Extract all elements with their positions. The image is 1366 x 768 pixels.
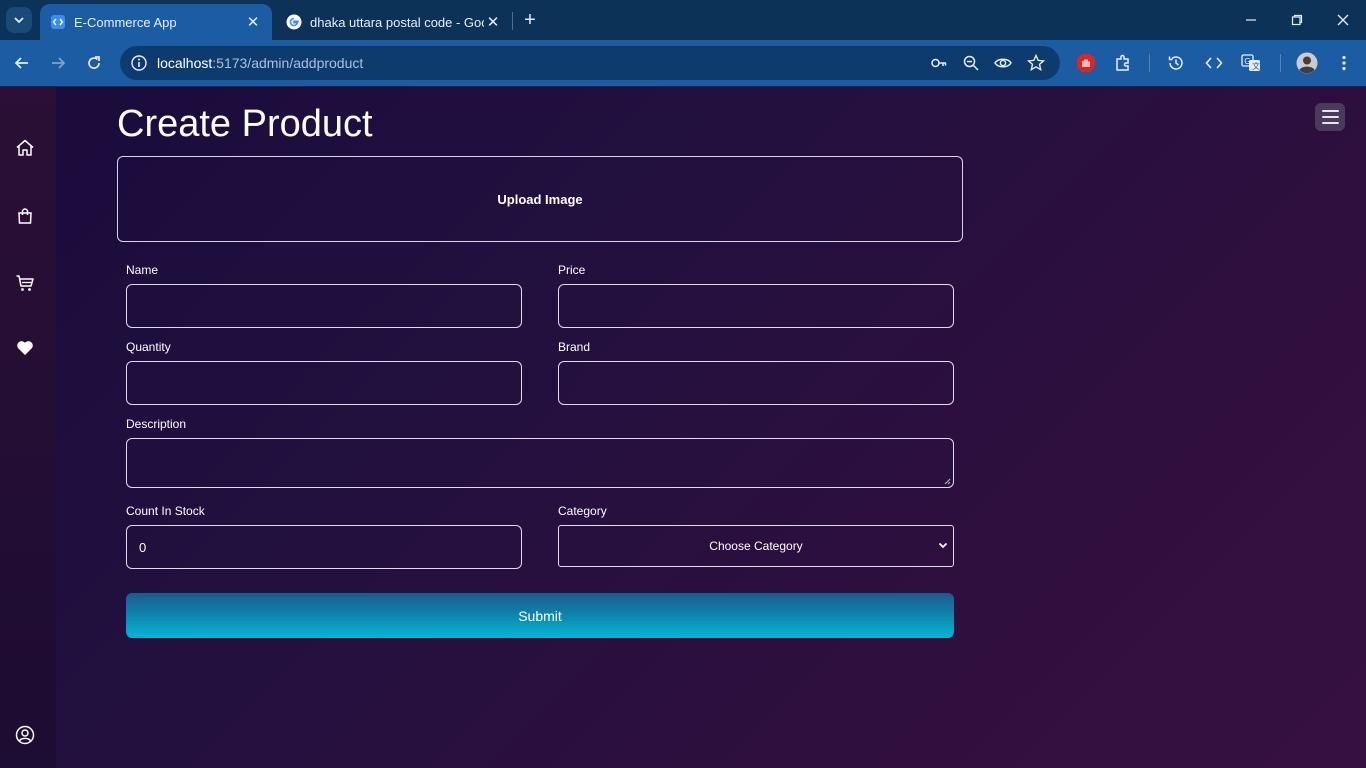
page-content: Create Product Upload Image Name Price Q… [0,87,1366,768]
hamburger-line [1321,110,1339,112]
translate-icon[interactable]: G文 [1240,52,1262,74]
star-icon[interactable] [1027,54,1045,72]
tab-search-button[interactable] [6,7,32,33]
code-icon [50,14,66,30]
key-icon[interactable] [930,54,948,72]
chevron-down-icon [938,542,948,549]
back-button[interactable] [10,51,34,75]
info-icon[interactable] [130,54,148,72]
quantity-input[interactable] [126,361,522,405]
description-textarea[interactable] [126,438,954,488]
home-icon[interactable] [14,137,36,159]
hamburger-line [1321,122,1339,124]
upload-image-area[interactable]: Upload Image [117,156,963,242]
address-bar[interactable]: localhost:5173/admin/addproduct [120,46,1060,80]
toolbar-separator [1280,54,1281,72]
name-input[interactable] [126,284,522,328]
zoom-out-icon[interactable] [962,54,980,72]
tab-google-search[interactable]: dhaka uttara postal code - Goo ✕ [276,4,512,40]
description-label: Description [126,417,187,431]
arrow-left-icon [14,57,28,69]
browser-toolbar: localhost:5173/admin/addproduct G文 [0,40,1366,86]
name-label: Name [126,263,159,277]
menu-toggle-button[interactable] [1315,103,1345,131]
tab-ecommerce-app[interactable]: E-Commerce App ✕ [40,4,272,40]
eye-icon[interactable] [994,54,1012,72]
close-icon [1337,14,1349,26]
forward-button[interactable] [46,51,70,75]
brand-input[interactable] [558,361,954,405]
tab-title: dhaka uttara postal code - Goo [310,14,484,30]
count-in-stock-label: Count In Stock [126,504,205,518]
restore-icon [1291,14,1303,26]
cart-icon[interactable] [14,272,36,294]
category-select[interactable]: Choose Category [558,525,954,567]
svg-text:G: G [1244,57,1250,66]
hamburger-line [1321,116,1339,118]
reload-icon [88,56,100,69]
close-tab-icon[interactable]: ✕ [484,13,502,31]
adblock-extension-icon[interactable] [1075,52,1097,74]
close-window-button[interactable] [1320,0,1366,40]
count-in-stock-input[interactable]: 0 [126,525,522,569]
new-tab-button[interactable]: + [518,8,542,32]
submit-button[interactable]: Submit [126,593,954,638]
close-tab-icon[interactable]: ✕ [244,13,262,31]
browser-tab-strip: E-Commerce App ✕ dhaka uttara postal cod… [0,0,1366,40]
user-circle-icon[interactable] [14,724,36,746]
google-icon [286,14,302,30]
toolbar-separator [1149,54,1150,72]
url-path: :5173/admin/addproduct [212,55,364,71]
svg-text:文: 文 [1252,61,1260,71]
tab-title: E-Commerce App [74,14,177,30]
shopping-bag-icon[interactable] [14,205,36,227]
devtools-code-icon[interactable] [1203,52,1225,74]
sidebar [0,87,56,768]
url-host: localhost [157,55,213,71]
reload-button[interactable] [82,51,106,75]
resize-handle-icon[interactable] [943,477,951,485]
url-text: localhost:5173/admin/addproduct [157,55,363,71]
heart-icon[interactable] [14,337,36,359]
category-selected-value: Choose Category [709,539,803,553]
minimize-button[interactable] [1228,0,1274,40]
history-icon[interactable] [1165,52,1187,74]
price-input[interactable] [558,284,954,328]
category-label: Category [558,504,607,518]
tab-separator [512,12,513,30]
extensions-puzzle-icon[interactable] [1112,52,1134,74]
minimize-icon [1246,19,1256,21]
price-label: Price [558,263,586,277]
restore-button[interactable] [1274,0,1320,40]
brand-label: Brand [558,340,591,354]
more-menu-icon[interactable] [1333,52,1355,74]
quantity-label: Quantity [126,340,171,354]
profile-avatar[interactable] [1296,52,1318,74]
arrow-right-icon [52,57,66,69]
page-title: Create Product [117,103,373,145]
chevron-down-icon [14,17,24,24]
